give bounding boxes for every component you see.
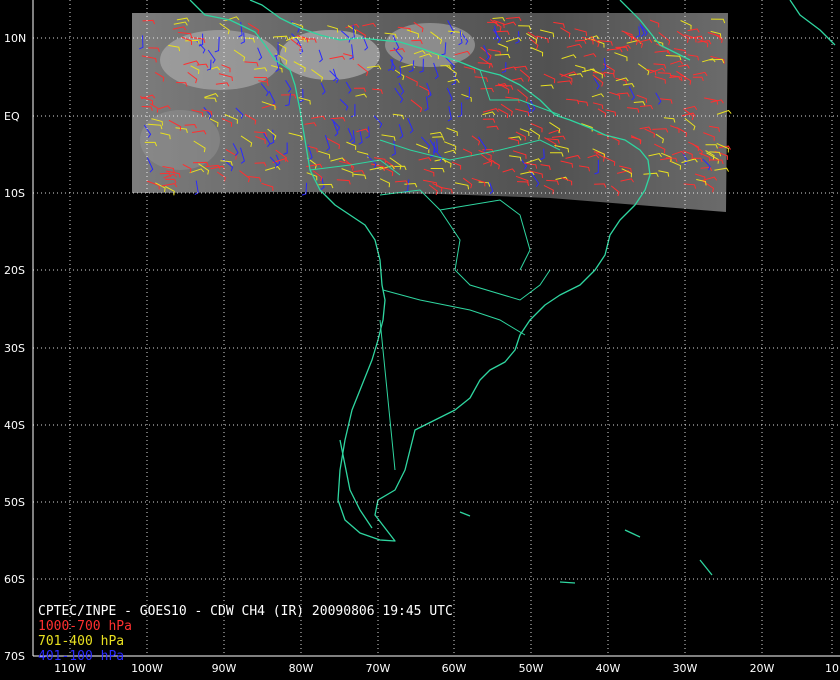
latitude-label: 50S	[4, 496, 25, 509]
legend-item-mid-level: 701-400 hPa	[38, 634, 125, 649]
latitude-label: 30S	[4, 342, 25, 355]
latitude-label: 60S	[4, 573, 25, 586]
legend-item-high-level: 401-100 hPa	[38, 649, 125, 664]
latitude-label: 20S	[4, 264, 25, 277]
latitude-label: 40S	[4, 419, 25, 432]
longitude-label: 10	[825, 662, 839, 675]
legend: CPTEC/INPE - GOES10 - CDW CH4 (IR) 20090…	[38, 604, 453, 664]
map-title: CPTEC/INPE - GOES10 - CDW CH4 (IR) 20090…	[38, 604, 453, 619]
longitude-label: 30W	[673, 662, 698, 675]
longitude-label: 40W	[596, 662, 621, 675]
longitude-label: 50W	[519, 662, 544, 675]
satellite-map: 10N EQ 10S 20S 30S 40S 50S 60S 70S 110W 100W 90W 80W…	[0, 0, 840, 680]
latitude-label: EQ	[4, 110, 20, 123]
latitude-label: 10N	[4, 32, 26, 45]
latitude-label: 10S	[4, 187, 25, 200]
latitude-label: 70S	[4, 650, 25, 663]
legend-item-low-level: 1000-700 hPa	[38, 619, 132, 634]
longitude-label: 20W	[750, 662, 775, 675]
map-canvas: 10NEQ10S20S30S40S50S60S70S110W 100W 90W 80W…	[4, 0, 840, 675]
